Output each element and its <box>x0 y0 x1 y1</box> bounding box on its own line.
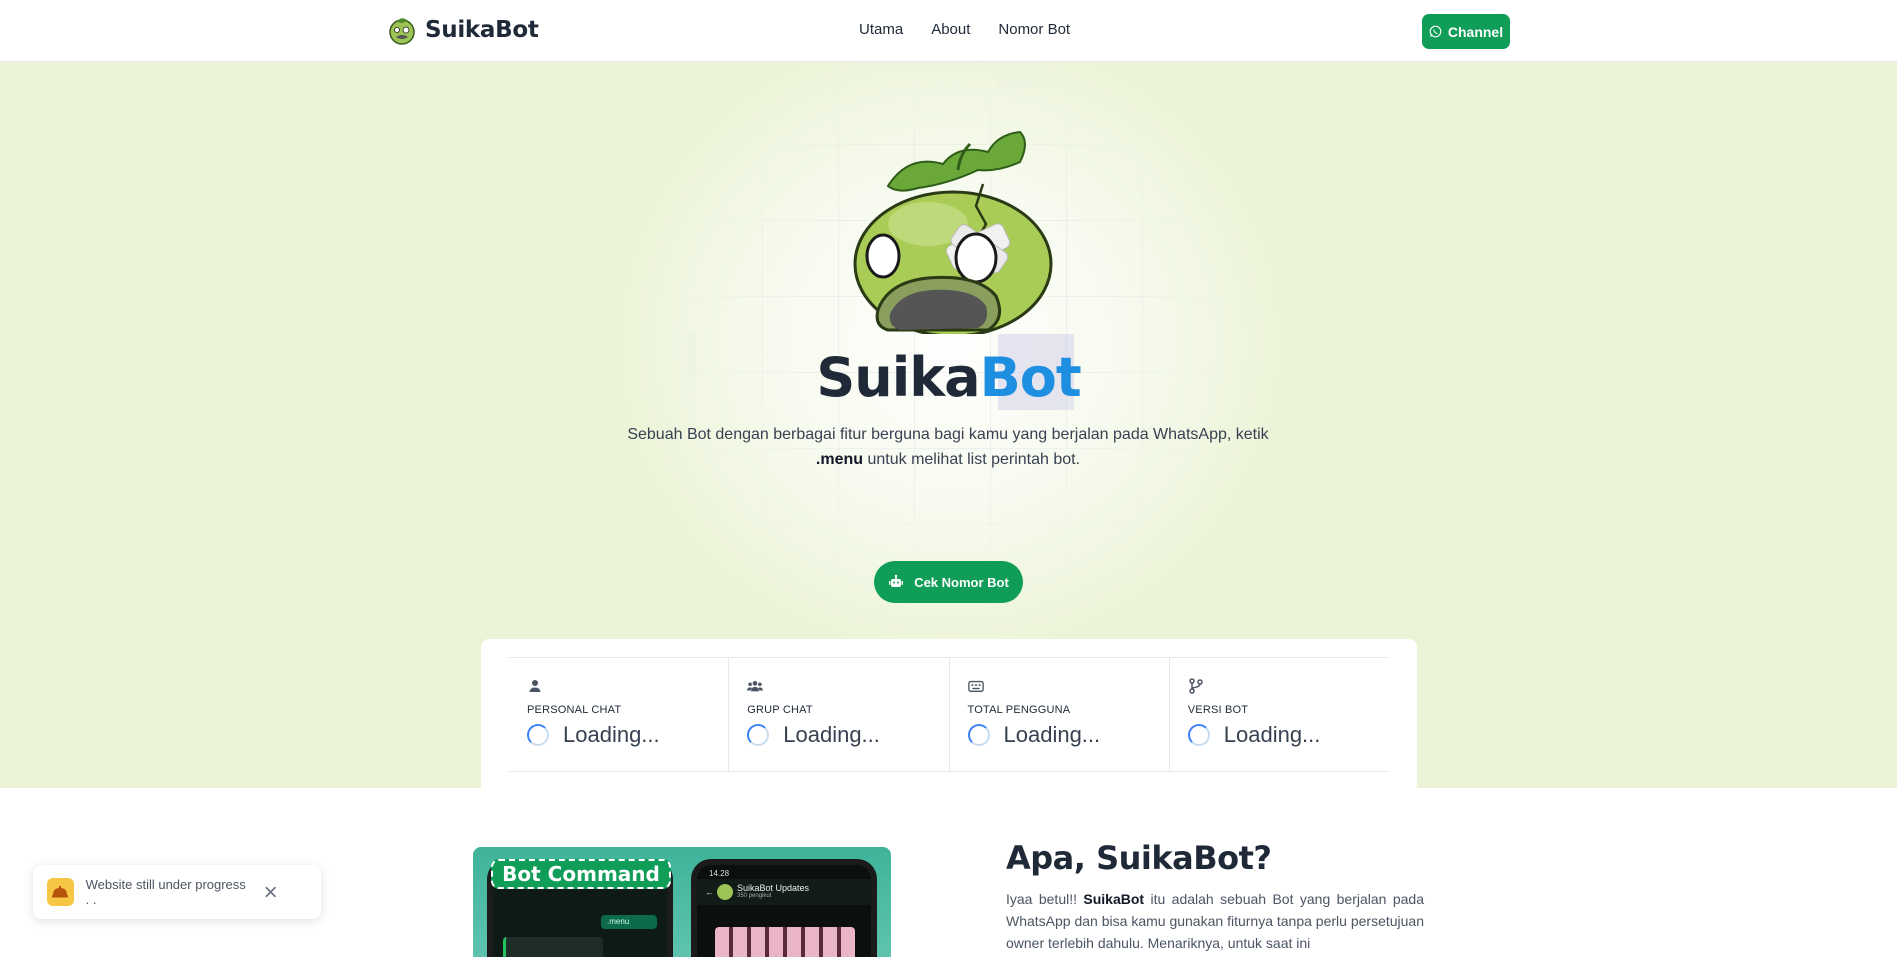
hero-title: SuikaBot <box>0 346 1897 409</box>
stats-card: PERSONAL CHAT Loading... GRUP CHAT Loadi… <box>481 639 1417 788</box>
hero-section: SuikaBot Sebuah Bot dengan berbagai fitu… <box>0 62 1897 788</box>
channel-button[interactable]: Channel <box>1422 14 1510 49</box>
hero-desc-line1: Sebuah Bot dengan berbagai fitur berguna… <box>627 426 1269 443</box>
code-branch-icon <box>1189 678 1203 694</box>
channel-followers: 350 pengikut <box>737 893 772 899</box>
grid-highlight <box>998 62 1074 88</box>
stat-label: VERSI BOT <box>1187 704 1249 716</box>
whatsapp-icon <box>1429 25 1442 38</box>
cek-nomor-bot-label: Cek Nomor Bot <box>914 574 1009 590</box>
bot-command-banner: Bot Command <box>491 859 671 889</box>
hero-desc-command: .menu <box>815 451 864 468</box>
stat-value: Loading... <box>527 722 728 748</box>
toast-message: Website still under progress . . <box>85 877 246 907</box>
stat-grup-chat: GRUP CHAT Loading... <box>729 658 950 771</box>
stat-value-text: Loading... <box>1003 722 1101 747</box>
loading-spinner-icon <box>747 724 770 746</box>
nav-link-utama[interactable]: Utama <box>859 21 903 38</box>
nav-links: Utama About Nomor Bot <box>859 21 1070 38</box>
users-icon <box>747 681 764 692</box>
channel-header: ← SuikaBot Updates 350 pengikut <box>697 879 871 905</box>
hero-description: Sebuah Bot dengan berbagai fitur berguna… <box>618 422 1278 472</box>
loading-spinner-icon <box>967 724 990 746</box>
about-title: Apa, SuikaBot? <box>1006 839 1272 877</box>
keyboard-icon <box>967 680 984 692</box>
user-icon <box>529 680 541 692</box>
channel-label: Channel <box>1447 23 1504 40</box>
stat-value: Loading... <box>747 722 948 748</box>
brand-name: SuikaBot <box>425 17 539 43</box>
phone-status-time: 14.28 <box>709 869 730 878</box>
construction-helmet-icon <box>47 878 74 906</box>
stat-label: GRUP CHAT <box>747 704 813 716</box>
phone-mockup-right: 14.28 ← SuikaBot Updates 350 pengikut <box>691 859 877 957</box>
toast-notification: Website still under progress . . <box>33 865 321 919</box>
close-icon[interactable] <box>264 885 277 899</box>
phone-screen: 14.28 ← SuikaBot Updates 350 pengikut <box>697 865 871 957</box>
chat-bubble-command-text: .menu <box>607 917 630 926</box>
robot-icon <box>889 574 904 587</box>
stat-personal-chat: PERSONAL CHAT Loading... <box>509 658 730 771</box>
nav-link-nomor-bot[interactable]: Nomor Bot <box>998 21 1070 38</box>
suikabot-logo-icon <box>389 18 415 45</box>
brand[interactable]: SuikaBot <box>387 15 539 45</box>
stat-label: TOTAL PENGGUNA <box>967 704 1071 716</box>
hero-title-suika: Suika <box>816 346 980 409</box>
back-arrow-icon: ← <box>705 887 714 897</box>
cek-nomor-bot-button[interactable]: Cek Nomor Bot <box>874 561 1023 603</box>
stats-grid: PERSONAL CHAT Loading... GRUP CHAT Loadi… <box>509 657 1389 772</box>
nav-link-about[interactable]: About <box>931 21 970 38</box>
navbar: SuikaBot Utama About Nomor Bot Channel <box>0 0 1897 62</box>
stat-value-text: Loading... <box>1223 722 1321 747</box>
channel-name: SuikaBot Updates <box>737 883 810 893</box>
stat-value-text: Loading... <box>783 722 880 747</box>
stat-total-pengguna: TOTAL PENGGUNA Loading... <box>950 658 1170 771</box>
chat-bubble-command: .menu <box>601 915 657 929</box>
chat-bubble-reply <box>503 937 603 957</box>
stat-value: Loading... <box>1187 722 1389 748</box>
hero-desc-line2: untuk melihat list perintah bot. <box>863 451 1081 468</box>
hero-title-bot: Bot <box>979 346 1082 409</box>
about-text: Iyaa betul!! SuikaBot itu adalah sebuah … <box>1006 888 1424 954</box>
helmet-glyph <box>52 886 69 898</box>
channel-post-image <box>715 927 855 957</box>
stat-value: Loading... <box>967 722 1169 748</box>
bot-command-preview-image: Bot Command .menu 14.28 ← SuikaBot Updat… <box>473 847 891 957</box>
channel-avatar <box>717 884 733 900</box>
stat-label: PERSONAL CHAT <box>527 704 622 716</box>
about-text-pre: Iyaa betul!! <box>1006 891 1084 907</box>
loading-spinner-icon <box>1187 724 1210 746</box>
stat-versi-bot: VERSI BOT Loading... <box>1170 658 1389 771</box>
loading-spinner-icon <box>527 724 549 746</box>
suikabot-mascot-image <box>853 130 1053 334</box>
stat-value-text: Loading... <box>563 722 660 747</box>
about-text-brand: SuikaBot <box>1083 891 1145 907</box>
